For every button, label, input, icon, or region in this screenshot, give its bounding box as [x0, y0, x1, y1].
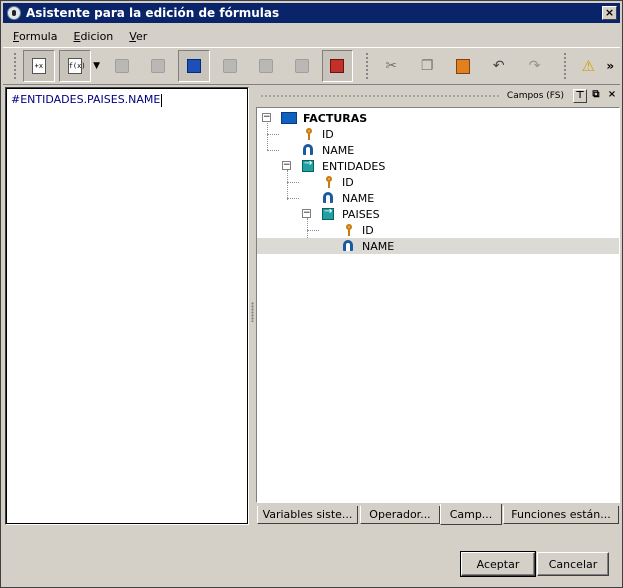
- red-doc-button[interactable]: [321, 50, 354, 82]
- scissors-icon: ✂: [385, 58, 398, 74]
- tree-item-name[interactable]: NAME: [257, 190, 619, 206]
- dock-close-icon[interactable]: ×: [605, 89, 619, 103]
- formula-wizard-window: Asistente para la edición de fórmulas × …: [0, 0, 623, 588]
- dock-tabs: Variables siste... Operador... Camp... F…: [256, 504, 620, 525]
- folder-icon: [281, 112, 297, 124]
- text-caret: [161, 93, 163, 107]
- field-icon: [323, 192, 333, 203]
- field-icon: [343, 240, 353, 251]
- pin-icon[interactable]: ⊤: [573, 89, 587, 103]
- tree-item-entidades[interactable]: − ENTIDADES: [257, 158, 619, 174]
- edit-icon: [258, 59, 273, 73]
- paste-icon: [455, 58, 470, 74]
- title-bar: Asistente para la edición de fórmulas ×: [3, 3, 620, 23]
- eraser-button[interactable]: [142, 50, 174, 82]
- splitter-grip: [251, 302, 254, 322]
- collapse-icon[interactable]: −: [302, 209, 311, 218]
- float-icon[interactable]: ⧉: [589, 89, 603, 103]
- cancel-button[interactable]: Cancelar: [537, 552, 609, 576]
- tree-item-name[interactable]: NAME: [257, 142, 619, 158]
- tree-item-id[interactable]: ID: [257, 174, 619, 190]
- window-title: Asistente para la edición de fórmulas: [26, 6, 280, 20]
- toolbar-grip-3[interactable]: [562, 52, 567, 80]
- save-icon: [115, 59, 130, 73]
- tab-operadores[interactable]: Operador...: [360, 506, 440, 524]
- tree-item-facturas[interactable]: − FACTURAS: [257, 110, 619, 126]
- toolbar-grip[interactable]: [13, 52, 17, 80]
- fields-tree: − FACTURAS ID NAME − ENTIDADES ID: [256, 107, 620, 503]
- copy-doc-icon: [294, 59, 309, 73]
- tree-item-name-selected[interactable]: NAME: [257, 238, 619, 254]
- tree-item-paises[interactable]: − PAISES: [257, 206, 619, 222]
- tree-item-id[interactable]: ID: [257, 126, 619, 142]
- variable-icon: [222, 59, 237, 73]
- copy-button[interactable]: ❐: [411, 50, 443, 82]
- toolbar: +x f(x) ▼ ✂ ❐ ↶ ↷ ⚠ »: [3, 47, 620, 85]
- tab-campos[interactable]: Camp...: [440, 504, 502, 525]
- save-button[interactable]: [107, 50, 139, 82]
- dropdown-arrow-icon: ▼: [93, 61, 101, 71]
- tree-item-id[interactable]: ID: [257, 222, 619, 238]
- redo-button[interactable]: ↷: [519, 50, 551, 82]
- redo-icon: ↷: [528, 58, 541, 74]
- function-dropdown-button[interactable]: ▼: [91, 50, 103, 82]
- open-icon: [187, 59, 202, 73]
- eraser-icon: [151, 59, 166, 73]
- dock-grip[interactable]: [260, 94, 501, 98]
- key-icon: [343, 224, 355, 236]
- new-formula-icon: +x: [31, 58, 46, 74]
- copy-icon: ❐: [420, 58, 434, 74]
- key-icon: [303, 128, 315, 140]
- pane-splitter[interactable]: [250, 87, 255, 525]
- toolbar-grip-2[interactable]: [365, 52, 370, 80]
- table-icon: [302, 158, 314, 172]
- collapse-icon[interactable]: −: [262, 113, 271, 122]
- copy-doc-button[interactable]: [286, 50, 318, 82]
- menu-ver[interactable]: Ver: [123, 30, 153, 43]
- formula-editor[interactable]: #ENTIDADES.PAISES.NAME: [5, 87, 249, 525]
- formula-text: #ENTIDADES.PAISES.NAME: [11, 93, 163, 107]
- tab-variables[interactable]: Variables siste...: [257, 506, 358, 524]
- key-icon: [323, 176, 335, 188]
- menu-formula[interactable]: Formula: [7, 30, 63, 43]
- toolbar-overflow-chevron-icon[interactable]: »: [606, 59, 614, 73]
- accept-button[interactable]: Aceptar: [460, 551, 536, 577]
- close-button[interactable]: ×: [602, 6, 617, 20]
- open-button[interactable]: [178, 50, 211, 82]
- menu-edicion[interactable]: Edicion: [67, 30, 119, 43]
- field-icon: [303, 144, 313, 155]
- menu-bar: Formula Edicion Ver: [3, 26, 620, 46]
- paste-button[interactable]: [447, 50, 479, 82]
- tab-funciones[interactable]: Funciones están...: [503, 506, 619, 524]
- collapse-icon[interactable]: −: [282, 161, 291, 170]
- variable-button[interactable]: [214, 50, 246, 82]
- table-icon: [322, 206, 334, 220]
- warning-icon: ⚠: [581, 57, 596, 75]
- red-doc-icon: [330, 59, 345, 73]
- new-formula-button[interactable]: +x: [22, 50, 55, 82]
- dock-header: Campos (FS) ⊤ ⧉ ×: [256, 87, 620, 105]
- cut-button[interactable]: ✂: [375, 50, 407, 82]
- edit-button[interactable]: [250, 50, 282, 82]
- function-icon: f(x): [67, 58, 86, 74]
- check-button[interactable]: ⚠: [572, 50, 604, 82]
- fields-dock: Campos (FS) ⊤ ⧉ × − FACTURAS ID NAME − →…: [256, 87, 620, 525]
- dock-title: Campos (FS): [506, 91, 564, 101]
- app-icon: [7, 6, 21, 20]
- undo-icon: ↶: [492, 58, 505, 74]
- function-button[interactable]: f(x): [58, 50, 91, 82]
- undo-button[interactable]: ↶: [483, 50, 515, 82]
